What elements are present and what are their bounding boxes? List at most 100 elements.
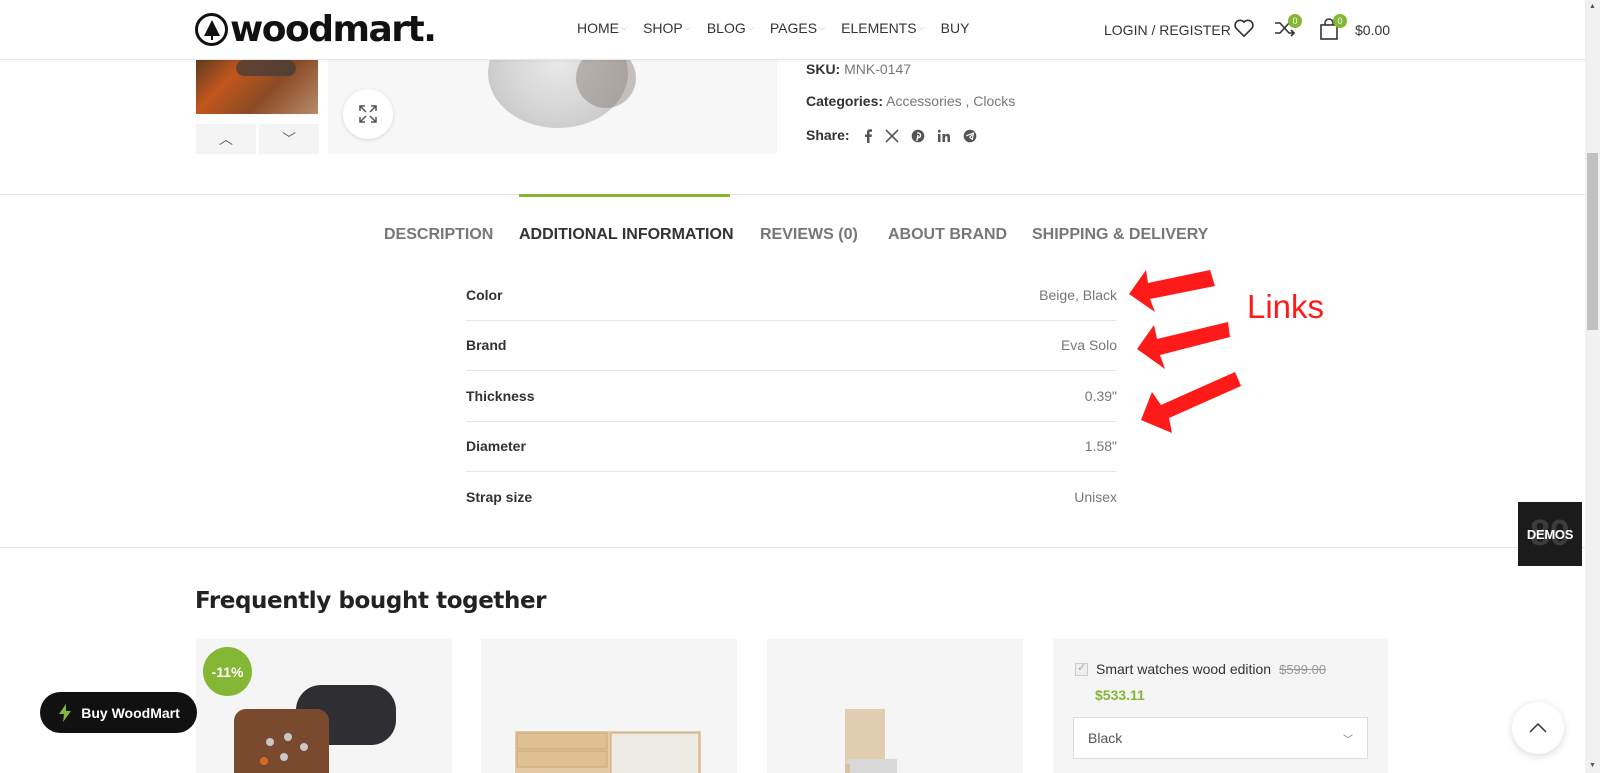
attr-label-color: Color bbox=[466, 286, 503, 303]
product-thumbnail[interactable] bbox=[196, 58, 318, 114]
x-icon[interactable] bbox=[885, 129, 900, 143]
product-tabs: DESCRIPTION ADDITIONAL INFORMATION REVIE… bbox=[0, 194, 1585, 244]
red-arrow-icon bbox=[1141, 372, 1241, 433]
chevron-up-icon bbox=[1529, 723, 1547, 733]
expand-icon bbox=[359, 105, 377, 123]
attr-value-brand[interactable]: Eva Solo bbox=[1061, 337, 1117, 353]
fbt-product-card[interactable] bbox=[767, 639, 1023, 773]
category-separator: , bbox=[961, 93, 974, 109]
telegram-icon[interactable] bbox=[963, 129, 977, 143]
table-row: Diameter 1.58" bbox=[466, 422, 1117, 472]
nav-buy-label: BUY bbox=[940, 20, 970, 36]
nav-home-label: HOME bbox=[577, 20, 619, 36]
demos-button[interactable]: DEMOS bbox=[1518, 502, 1582, 566]
fbt-item-name[interactable]: Smart watches wood edition bbox=[1096, 661, 1271, 677]
category-link-accessories[interactable]: Accessories bbox=[886, 93, 961, 109]
attr-label-thickness: Thickness bbox=[466, 387, 535, 404]
demos-label: DEMOS bbox=[1526, 526, 1574, 542]
zoom-button[interactable] bbox=[343, 89, 393, 139]
fbt-new-price: $533.11 bbox=[1095, 687, 1145, 703]
chevron-down-icon: ⌵ bbox=[819, 23, 826, 32]
nav-blog[interactable]: BLOG ⌵ bbox=[707, 20, 754, 36]
sale-badge: -11% bbox=[203, 647, 252, 696]
fbt-options-panel: Smart watches wood edition $599.00 $533.… bbox=[1053, 639, 1388, 773]
compare-count-badge: 0 bbox=[1288, 14, 1302, 28]
scrollbar-thumb[interactable] bbox=[1587, 153, 1598, 330]
nav-home[interactable]: HOME ⌵ bbox=[577, 20, 627, 36]
compare-icon[interactable]: 0 bbox=[1274, 14, 1302, 43]
nav-pages-label: PAGES bbox=[769, 20, 818, 36]
login-register-link[interactable]: LOGIN / REGISTER bbox=[1104, 22, 1231, 38]
sku-row: SKU: MNK-0147 bbox=[806, 61, 911, 77]
chevron-down-icon: ⌵ bbox=[918, 23, 925, 32]
fbt-item-checkbox[interactable] bbox=[1075, 661, 1088, 676]
scroll-up-arrow-icon[interactable]: ▲ bbox=[1585, 0, 1600, 14]
pinterest-icon[interactable] bbox=[911, 129, 925, 143]
cart-icon[interactable]: 0 bbox=[1319, 14, 1347, 45]
nav-shop-label: SHOP bbox=[643, 20, 683, 36]
attr-label-brand: Brand bbox=[466, 337, 507, 354]
cart-total[interactable]: $0.00 bbox=[1355, 22, 1390, 38]
chevron-down-icon: ﹀ bbox=[282, 131, 296, 147]
category-link-clocks[interactable]: Clocks bbox=[973, 93, 1015, 109]
share-label: Share: bbox=[806, 127, 850, 143]
facebook-icon[interactable] bbox=[863, 129, 873, 144]
logo-tree-icon bbox=[195, 13, 228, 46]
nav-buy[interactable]: BUY bbox=[941, 20, 970, 36]
attr-value-color[interactable]: Beige, Black bbox=[1039, 287, 1117, 303]
linkedin-icon[interactable] bbox=[937, 129, 951, 143]
attr-value-diameter[interactable]: 1.58" bbox=[1085, 438, 1117, 454]
tab-additional-information[interactable]: ADDITIONAL INFORMATION bbox=[519, 194, 734, 244]
chevron-up-icon: ︿ bbox=[219, 131, 233, 147]
page-scrollbar[interactable]: ▲ ▼ bbox=[1585, 0, 1600, 773]
table-row: Strap size Unisex bbox=[466, 472, 1117, 523]
scroll-to-top-button[interactable] bbox=[1512, 702, 1564, 754]
chevron-down-icon: ﹀ bbox=[1343, 734, 1353, 746]
sideboard-image bbox=[515, 731, 701, 773]
buy-woodmart-button[interactable]: Buy WoodMart bbox=[40, 692, 197, 733]
sku-value: MNK-0147 bbox=[844, 61, 912, 77]
annotation-label: Links bbox=[1247, 288, 1325, 325]
fbt-product-card[interactable] bbox=[481, 639, 737, 773]
chevron-down-icon: ⌵ bbox=[684, 23, 691, 32]
logo-text: woodmart. bbox=[230, 9, 437, 50]
nav-elements[interactable]: ELEMENTS ⌵ bbox=[841, 20, 925, 36]
attr-label-diameter: Diameter bbox=[466, 438, 526, 455]
nav-elements-label: ELEMENTS bbox=[841, 20, 917, 36]
chair-image bbox=[845, 709, 897, 773]
attr-value-thickness[interactable]: 0.39" bbox=[1085, 388, 1117, 404]
fbt-variant-select[interactable]: Black ﹀ bbox=[1073, 717, 1368, 759]
tab-description[interactable]: DESCRIPTION bbox=[384, 194, 493, 244]
nav-shop[interactable]: SHOP ⌵ bbox=[643, 20, 691, 36]
nav-pages[interactable]: PAGES ⌵ bbox=[770, 20, 825, 36]
fbt-item-row: Smart watches wood edition $599.00 bbox=[1075, 661, 1326, 677]
annotation-arrows bbox=[1129, 270, 1241, 433]
categories-row: Categories: Accessories , Clocks bbox=[806, 93, 1015, 109]
red-arrow-icon bbox=[1137, 322, 1230, 369]
chevron-down-icon: ⌵ bbox=[621, 23, 628, 32]
tab-shipping-delivery[interactable]: SHIPPING & DELIVERY bbox=[1032, 194, 1208, 244]
main-nav: HOME ⌵ SHOP ⌵ BLOG ⌵ PAGES ⌵ ELEMENTS ⌵ BUY bbox=[577, 20, 969, 36]
chevron-down-icon: ⌵ bbox=[747, 23, 754, 32]
attr-value-strap-size: Unisex bbox=[1074, 489, 1117, 506]
wishlist-icon[interactable] bbox=[1233, 18, 1255, 43]
scroll-down-arrow-icon[interactable]: ▼ bbox=[1585, 759, 1600, 773]
share-icons bbox=[863, 129, 977, 144]
tab-about-brand[interactable]: ABOUT BRAND bbox=[888, 194, 1007, 244]
table-row: Brand Eva Solo bbox=[466, 321, 1117, 371]
table-row: Color Beige, Black bbox=[466, 270, 1117, 321]
sku-label: SKU: bbox=[806, 61, 841, 77]
thumb-next-button[interactable]: ﹀ bbox=[259, 124, 319, 154]
red-arrow-icon bbox=[1129, 270, 1215, 312]
attr-label-strap-size: Strap size bbox=[466, 489, 533, 506]
nav-blog-label: BLOG bbox=[706, 20, 746, 36]
tab-reviews[interactable]: REVIEWS (0) bbox=[760, 194, 858, 244]
logo[interactable]: woodmart. bbox=[195, 9, 437, 50]
share-row: Share: bbox=[806, 127, 977, 144]
site-header: woodmart. HOME ⌵ SHOP ⌵ BLOG ⌵ PAGES ⌵ ELEME… bbox=[0, 0, 1585, 60]
fbt-select-value: Black bbox=[1088, 730, 1123, 746]
thumb-prev-button[interactable]: ︿ bbox=[196, 124, 256, 154]
section-divider bbox=[0, 547, 1585, 548]
categories-label: Categories: bbox=[806, 93, 884, 109]
product-main-image[interactable] bbox=[328, 58, 777, 154]
